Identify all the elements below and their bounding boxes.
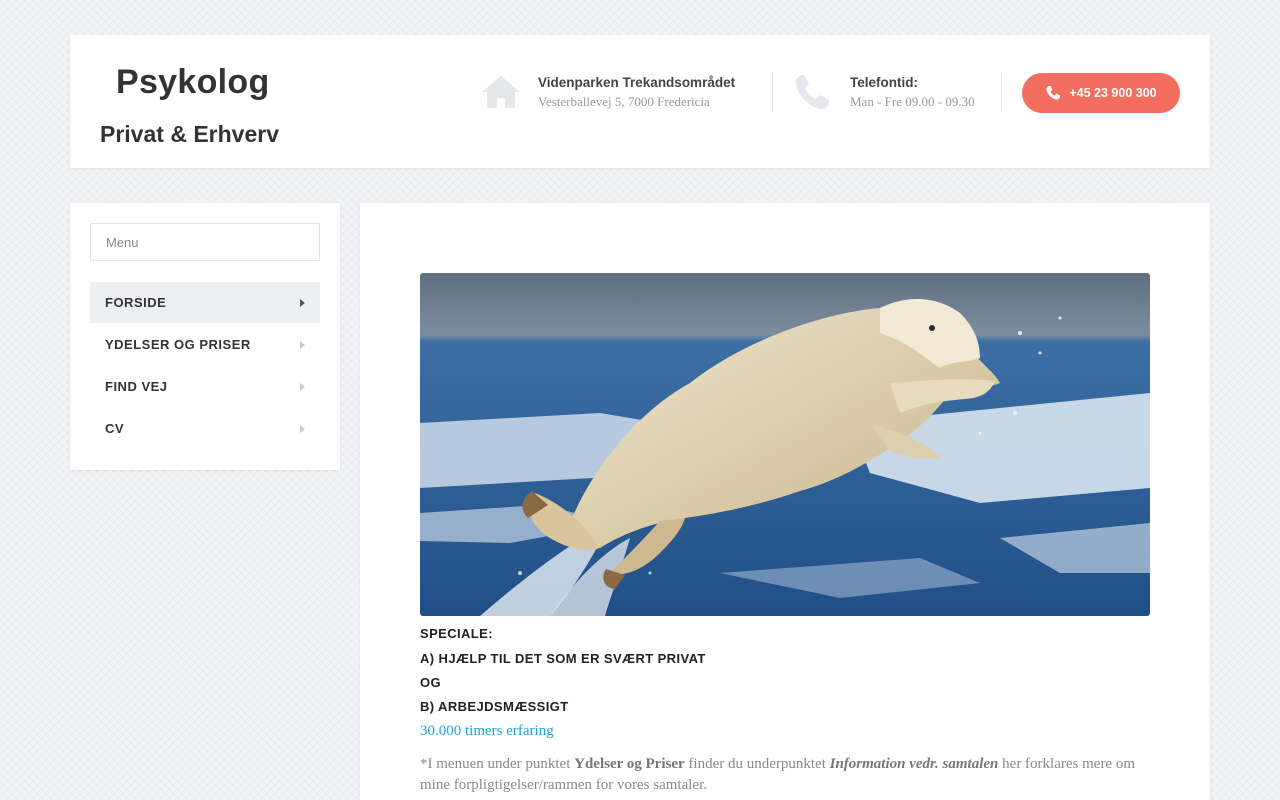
sidebar-item-label: CV bbox=[105, 421, 125, 436]
home-icon bbox=[482, 76, 520, 108]
phone-hours-label: Telefontid: bbox=[850, 75, 918, 90]
header-divider bbox=[1001, 72, 1002, 112]
polar-bear-image bbox=[420, 273, 1150, 616]
caret-right-icon bbox=[300, 382, 305, 391]
header-divider bbox=[772, 72, 773, 112]
address-label: Videnparken Trekandsområdet bbox=[538, 75, 736, 90]
phone-hours-value: Man - Fre 09.00 - 09.30 bbox=[850, 94, 975, 109]
site-header: Psykolog Privat & Erhverv Videnparken Tr… bbox=[70, 35, 1210, 168]
info-note: *I menuen under punktet Ydelser og Prise… bbox=[420, 754, 1155, 796]
note-text: finder du underpunktet bbox=[684, 756, 830, 772]
call-button-label: +45 23 900 300 bbox=[1069, 86, 1157, 100]
menu-search-input[interactable] bbox=[90, 223, 320, 261]
specialty-a: A) HJÆLP TIL DET SOM ER SVÆRT PRIVAT bbox=[420, 651, 706, 666]
note-text: *I menuen under punktet bbox=[420, 756, 575, 772]
sidebar-menu: FORSIDE YDELSER OG PRISER FIND VEJ CV bbox=[90, 282, 320, 450]
sidebar-item-label: FORSIDE bbox=[105, 295, 167, 310]
phone-hours-info: Telefontid: Man - Fre 09.00 - 09.30 bbox=[792, 72, 975, 114]
note-bold: Ydelser og Priser bbox=[574, 756, 685, 772]
sidebar: FORSIDE YDELSER OG PRISER FIND VEJ CV bbox=[70, 203, 340, 470]
sidebar-item-forside[interactable]: FORSIDE bbox=[90, 282, 320, 323]
sidebar-item-find-vej[interactable]: FIND VEJ bbox=[90, 366, 320, 407]
phone-small-icon bbox=[1046, 86, 1061, 100]
site-title[interactable]: Psykolog bbox=[116, 63, 270, 102]
address-value: Vesterballevej 5, 7000 Fredericia bbox=[538, 94, 710, 109]
note-italic: Information vedr. samtalen bbox=[829, 756, 999, 772]
specialty-b: B) ARBEJDSMÆSSIGT bbox=[420, 699, 569, 714]
caret-right-icon bbox=[300, 298, 305, 307]
address-info: Videnparken Trekandsområdet Vesterballev… bbox=[480, 72, 735, 114]
sidebar-item-cv[interactable]: CV bbox=[90, 408, 320, 449]
site-subtitle: Privat & Erhverv bbox=[100, 121, 279, 147]
caret-right-icon bbox=[300, 340, 305, 349]
specialty-og: OG bbox=[420, 675, 442, 690]
caret-right-icon bbox=[300, 424, 305, 433]
sidebar-item-label: YDELSER OG PRISER bbox=[105, 337, 251, 352]
phone-icon bbox=[795, 75, 829, 110]
sidebar-item-ydelser-og-priser[interactable]: YDELSER OG PRISER bbox=[90, 324, 320, 365]
sidebar-item-label: FIND VEJ bbox=[105, 379, 168, 394]
call-button[interactable]: +45 23 900 300 bbox=[1022, 73, 1180, 113]
experience-link[interactable]: 30.000 timers erfaring bbox=[420, 723, 554, 740]
specialty-heading: SPECIALE: bbox=[420, 626, 493, 641]
main-content: SPECIALE: A) HJÆLP TIL DET SOM ER SVÆRT … bbox=[360, 203, 1210, 800]
